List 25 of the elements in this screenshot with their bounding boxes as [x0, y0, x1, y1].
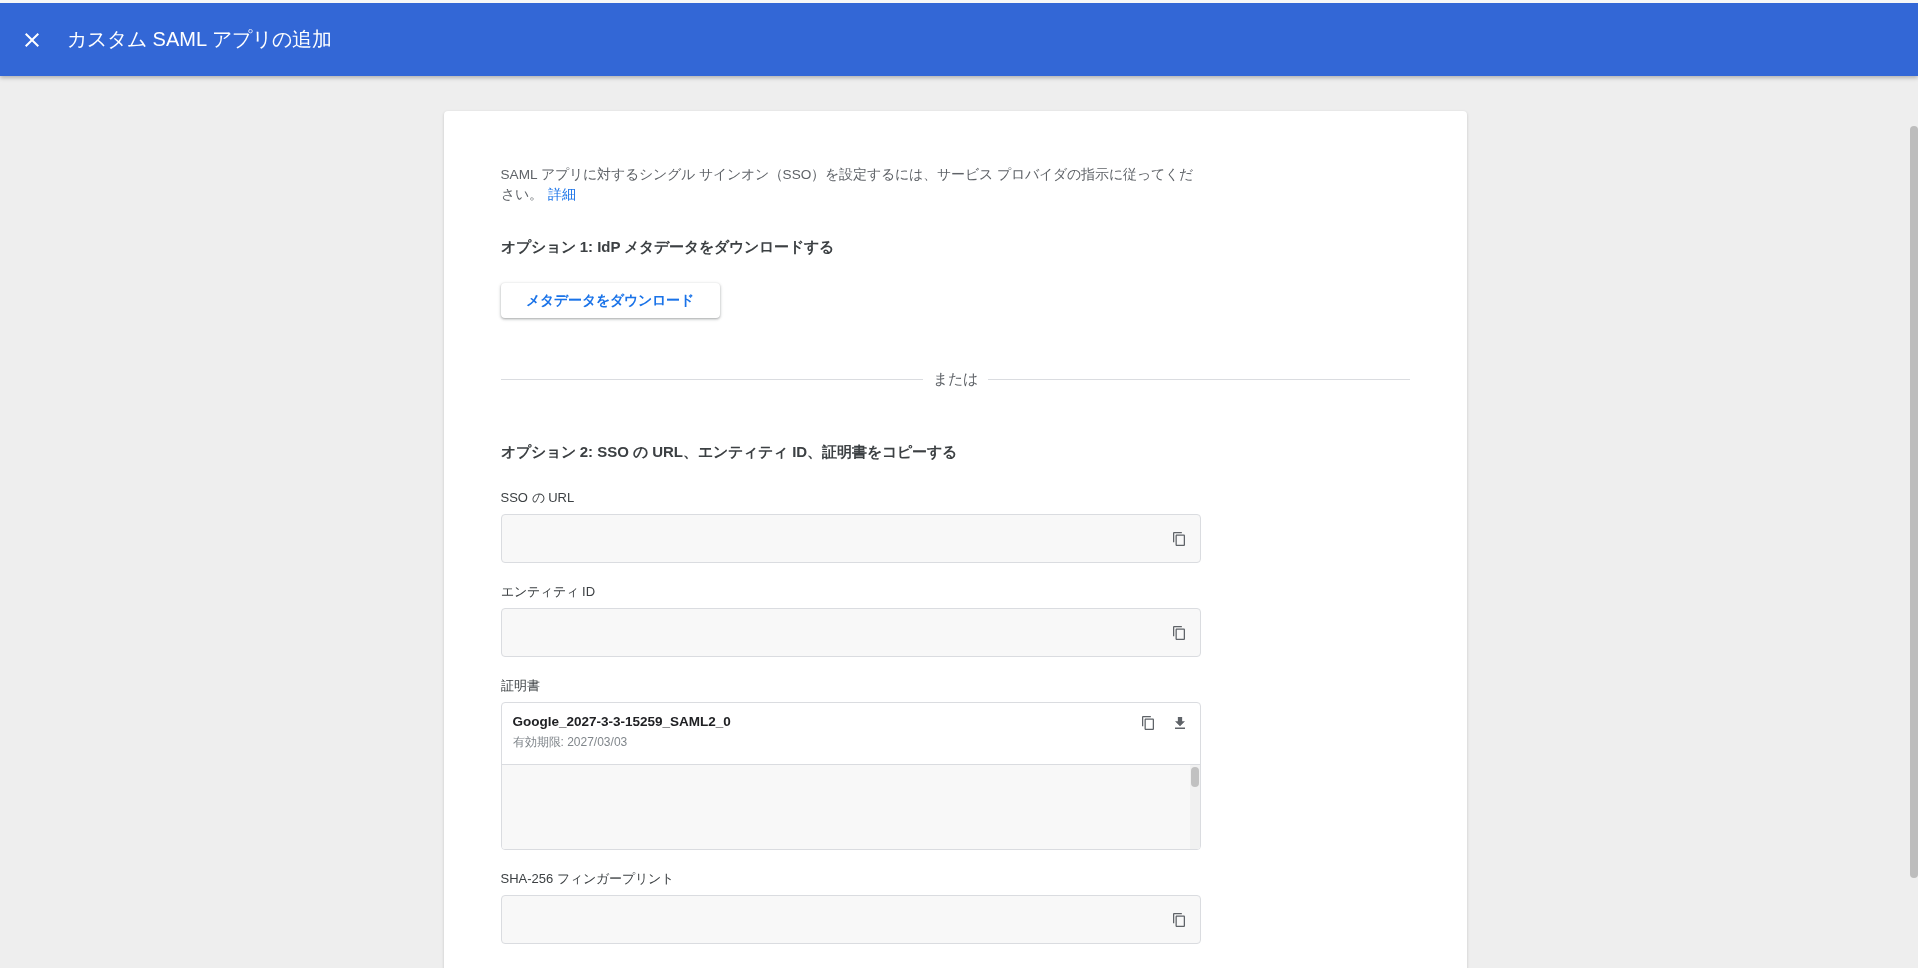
input-field[interactable] — [500, 608, 1201, 657]
input-field[interactable] — [500, 514, 1201, 563]
section-heading: オプション 1: IdP メタデータをダウンロードする — [500, 237, 836, 257]
field-label: SSO の URL — [500, 489, 576, 507]
download-button[interactable]: メタデータをダウンロード — [500, 283, 720, 318]
copy-icon[interactable] — [1172, 531, 1185, 546]
learn-more-link[interactable]: 詳細 — [547, 187, 576, 202]
close-icon[interactable] — [25, 32, 39, 47]
download-icon[interactable] — [1174, 717, 1185, 729]
page-title: カスタム SAML アプリの追加 — [67, 27, 332, 52]
scrollbar-thumb[interactable] — [1910, 126, 1918, 878]
copy-icon[interactable] — [1172, 912, 1185, 927]
description-text: SAML アプリに対するシングル サインオン（SSO）を設定するには、サービス プロバイダの指示に従ってください。 詳細 — [500, 166, 1195, 204]
section-heading: オプション 2: SSO の URL、エンティティ ID、証明書をコピーする — [500, 442, 959, 462]
expiry-text: 有効期限: 2027/03/03 — [512, 734, 629, 750]
input-field[interactable] — [500, 895, 1201, 944]
separator-text: または — [932, 369, 978, 389]
certificate-text-field[interactable] — [501, 765, 1200, 849]
field-label: エンティティ ID — [500, 583, 597, 601]
copy-icon[interactable] — [1172, 625, 1185, 640]
field-label: SHA-256 フィンガープリント — [500, 870, 675, 888]
field-label: 証明書 — [500, 677, 541, 695]
certificate-name: Google_2027-3-3-15259_SAML2_0 — [512, 713, 732, 731]
scrollbar-thumb[interactable] — [1190, 767, 1199, 787]
copy-icon[interactable] — [1141, 716, 1154, 730]
